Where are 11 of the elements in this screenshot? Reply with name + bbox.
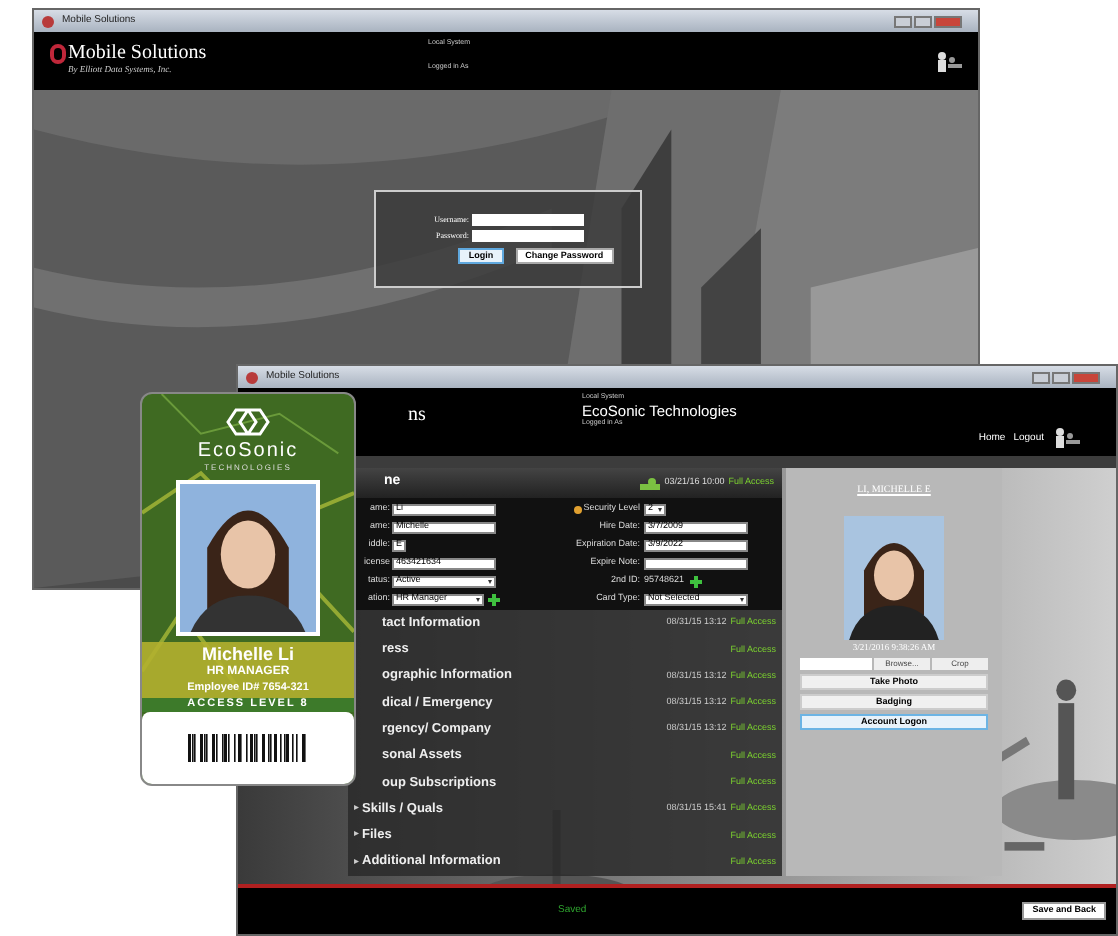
close-icon[interactable] <box>934 15 962 27</box>
minimize-icon[interactable] <box>1032 371 1050 383</box>
maximize-icon[interactable] <box>914 15 932 27</box>
close-icon[interactable] <box>1072 371 1100 383</box>
people-icon[interactable] <box>934 51 962 71</box>
maximize-icon[interactable] <box>1052 371 1070 383</box>
logo-text: Mobile Solutions <box>68 44 207 65</box>
minimize-icon[interactable] <box>894 15 912 27</box>
app-icon <box>42 15 54 27</box>
people-icon[interactable] <box>1052 428 1080 448</box>
logo-icon <box>50 44 66 65</box>
